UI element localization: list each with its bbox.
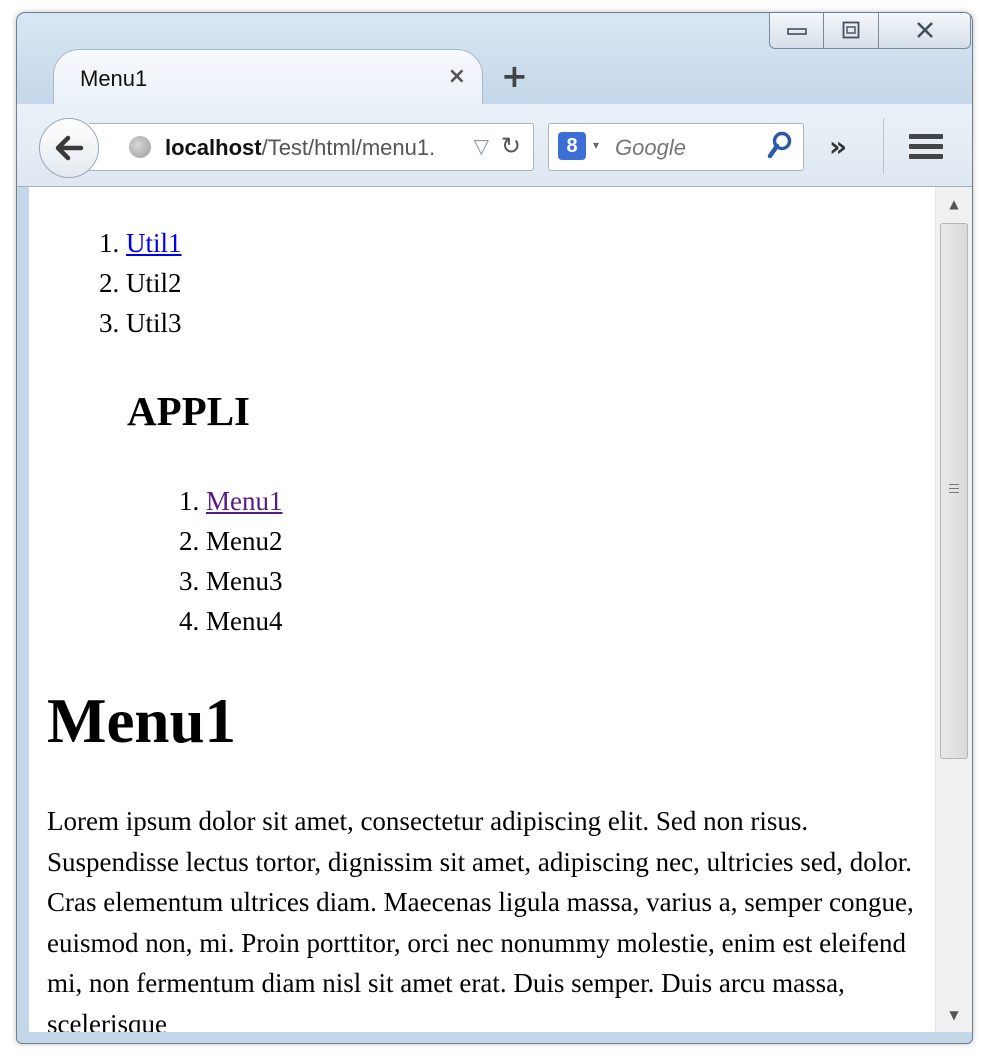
search-input[interactable]: Google [615, 135, 686, 161]
section-heading: APPLI [127, 388, 250, 434]
menu-icon[interactable] [909, 134, 943, 164]
menu-list: Menu1 Menu2 Menu3 Menu4 [29, 481, 283, 641]
restore-icon [842, 21, 860, 39]
globe-icon [129, 136, 151, 158]
list-item: Menu1 [206, 481, 283, 521]
vertical-scrollbar[interactable]: ▲ ▼ [935, 187, 972, 1032]
list-item: Util1 [126, 223, 182, 263]
list-item: Menu2 [206, 521, 283, 561]
url-path: /Test/html/menu1. [261, 135, 436, 160]
url-host: localhost [165, 135, 262, 160]
minimize-icon [786, 28, 807, 35]
page-title: Menu1 [47, 686, 236, 756]
toolbar-separator [883, 118, 884, 174]
reload-icon[interactable]: ↻ [501, 132, 521, 160]
scrollbar-grip-icon [949, 484, 959, 496]
search-bar[interactable]: 8 ▾ Google [548, 123, 804, 171]
tab-close-icon[interactable]: × [448, 64, 466, 89]
url-dropdown-icon[interactable]: ▽ [474, 134, 489, 158]
body-paragraph: Lorem ipsum dolor sit amet, consectetur … [47, 806, 914, 1032]
new-tab-button[interactable]: + [501, 57, 528, 95]
menu1-link[interactable]: Menu1 [206, 486, 283, 516]
list-item: Util3 [126, 303, 182, 343]
url-bar[interactable]: localhost/Test/html/menu1. ▽ ↻ [89, 123, 534, 171]
util-list: Util1 Util2 Util3 [29, 223, 182, 343]
list-item: Menu4 [206, 601, 283, 641]
back-button[interactable] [39, 118, 99, 178]
search-engine-dropdown-icon[interactable]: ▾ [593, 138, 599, 152]
browser-window: Menu1 × + localhost/Test/html/menu1. ▽ ↻… [16, 12, 973, 1044]
close-window-button[interactable] [879, 13, 971, 49]
list-item: Menu3 [206, 561, 283, 601]
toolbar-overflow-button[interactable]: » [829, 130, 847, 163]
tab-menu1[interactable]: Menu1 × [53, 49, 483, 106]
minimize-button[interactable] [769, 13, 824, 49]
util1-link[interactable]: Util1 [126, 228, 182, 258]
page-content: Util1 Util2 Util3 APPLI Menu1 Menu2 Menu… [29, 187, 935, 1032]
search-engine-icon[interactable]: 8 [558, 132, 586, 160]
scrollbar-thumb[interactable] [940, 223, 968, 759]
close-icon [916, 22, 933, 38]
scroll-up-arrow-icon[interactable]: ▲ [936, 187, 972, 221]
url-text: localhost/Test/html/menu1. [165, 135, 435, 161]
window-controls [769, 13, 971, 50]
back-arrow-icon [55, 135, 84, 161]
tab-title: Menu1 [80, 66, 148, 91]
navigation-toolbar: localhost/Test/html/menu1. ▽ ↻ 8 ▾ Googl… [17, 104, 972, 187]
scroll-down-arrow-icon[interactable]: ▼ [936, 998, 972, 1032]
list-item: Util2 [126, 263, 182, 303]
restore-button[interactable] [824, 13, 879, 49]
search-icon[interactable] [767, 130, 793, 160]
